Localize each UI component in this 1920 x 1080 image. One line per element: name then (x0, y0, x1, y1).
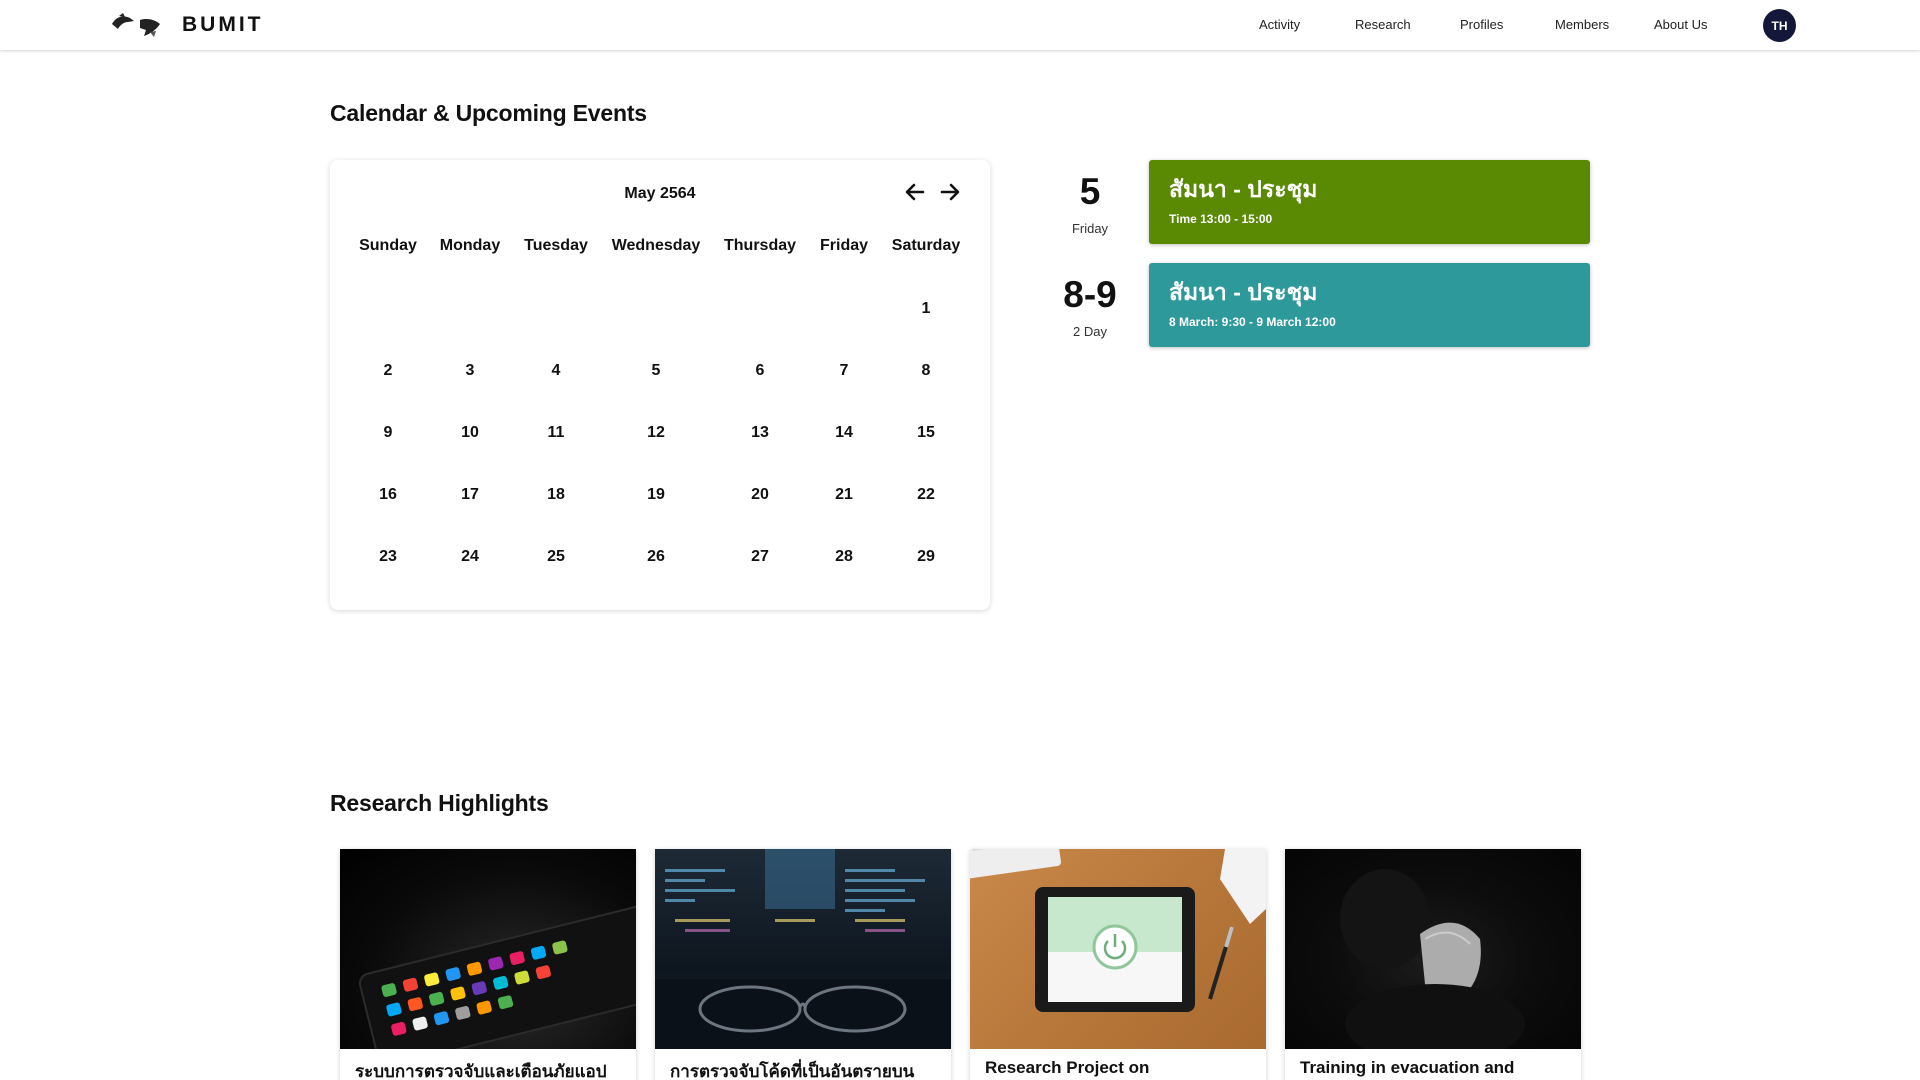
next-month-button[interactable] (938, 180, 962, 204)
research-card[interactable]: Research Project on (970, 849, 1266, 1080)
calendar-day[interactable]: 11 (548, 424, 565, 442)
arrow-right-icon (940, 183, 960, 201)
event-card[interactable]: สัมนา - ประชุม 8 March: 9:30 - 9 March 1… (1149, 263, 1590, 347)
logo[interactable]: BUMIT (110, 12, 264, 38)
research-card[interactable]: Training in evacuation and (1285, 849, 1581, 1080)
research-section-title: Research Highlights (330, 790, 549, 816)
nav-activity[interactable]: Activity (1259, 17, 1300, 32)
calendar-day[interactable]: 6 (756, 362, 765, 380)
calendar-month-label: May 2564 (624, 185, 696, 202)
calendar-day[interactable]: 13 (751, 424, 769, 442)
weekday-monday: Monday (439, 237, 501, 254)
event-time: 8 March: 9:30 - 9 March 12:00 (1169, 315, 1336, 329)
calendar-day[interactable]: 26 (647, 548, 665, 566)
calendar-day[interactable]: 12 (647, 424, 665, 442)
tablet-power-image (970, 849, 1266, 1049)
calendar-day[interactable]: 17 (461, 486, 479, 504)
research-card-title: การตรวจจับโค้ดที่เป็นอันตรายบน (670, 1062, 915, 1080)
arrow-left-icon (905, 183, 925, 201)
calendar-card: May 2564 Sunday Monday Tuesday Wednesday… (330, 160, 990, 610)
calendar-day[interactable]: 27 (751, 548, 769, 566)
research-card[interactable]: ระบบการตรวจจับและเตือนภัยแอป (340, 849, 636, 1080)
calendar-day[interactable]: 2 (384, 362, 393, 380)
calendar-day[interactable]: 29 (917, 548, 935, 566)
event-date-number: 5 (1079, 171, 1101, 212)
weekday-friday: Friday (819, 237, 869, 254)
language-avatar-button[interactable]: TH (1763, 9, 1796, 42)
prev-month-button[interactable] (903, 180, 927, 204)
calendar-day[interactable]: 9 (384, 424, 393, 442)
calendar-day[interactable]: 5 (652, 362, 661, 380)
calendar-day[interactable]: 28 (835, 548, 853, 566)
code-screen-image (655, 849, 951, 1049)
weekday-wednesday: Wednesday (611, 237, 701, 254)
weekday-tuesday: Tuesday (524, 237, 588, 254)
dark-person-image (1285, 849, 1581, 1049)
event-date-block: 8-9 2 Day (1048, 274, 1132, 340)
research-card-title: ระบบการตรวจจับและเตือนภัยแอป (355, 1062, 607, 1080)
logo-mark-icon (112, 13, 160, 37)
top-navbar: BUMIT Activity Research Profiles Members… (0, 0, 1920, 50)
nav-members[interactable]: Members (1555, 17, 1609, 32)
weekday-sunday: Sunday (359, 237, 417, 254)
calendar-day[interactable]: 8 (922, 362, 931, 380)
calendar-day[interactable]: 7 (840, 362, 849, 380)
event-title: สัมนา - ประชุม (1169, 176, 1318, 202)
calendar-day[interactable]: 20 (751, 486, 769, 504)
research-card[interactable]: การตรวจจับโค้ดที่เป็นอันตรายบน (655, 849, 951, 1080)
calendar-day[interactable]: 16 (379, 486, 397, 504)
calendar-day[interactable]: 22 (917, 486, 935, 504)
calendar-section-title: Calendar & Upcoming Events (330, 100, 647, 126)
nav-research[interactable]: Research (1355, 17, 1411, 32)
calendar-day[interactable]: 19 (647, 486, 665, 504)
event-date-sub: Friday (1071, 221, 1109, 236)
calendar-day[interactable]: 4 (552, 362, 561, 380)
calendar-day[interactable]: 18 (547, 486, 565, 504)
event-date-block: 5 Friday (1048, 171, 1132, 237)
weekday-saturday: Saturday (891, 237, 961, 254)
research-card-title: Research Project on (985, 1058, 1150, 1077)
calendar-day[interactable]: 21 (835, 486, 853, 504)
event-card[interactable]: สัมนา - ประชุม Time 13:00 - 15:00 (1149, 160, 1590, 244)
calendar-day[interactable]: 10 (461, 424, 479, 442)
calendar-day[interactable]: 3 (466, 362, 475, 380)
research-card-title: Training in evacuation and (1300, 1058, 1515, 1077)
weekday-thursday: Thursday (723, 237, 797, 254)
event-date-number: 8-9 (1063, 274, 1117, 315)
calendar-day[interactable]: 15 (917, 424, 935, 442)
calendar-day[interactable]: 23 (379, 548, 397, 566)
event-date-sub: 2 Day (1073, 324, 1107, 339)
calendar-day[interactable]: 14 (835, 424, 853, 442)
event-time: Time 13:00 - 15:00 (1169, 212, 1273, 226)
calendar-day[interactable]: 24 (461, 548, 479, 566)
smartphone-apps-image (340, 849, 636, 1049)
logo-text: BUMIT (182, 13, 264, 36)
calendar-day[interactable]: 1 (922, 300, 931, 318)
nav-about-us[interactable]: About Us (1654, 17, 1707, 32)
nav-profiles[interactable]: Profiles (1460, 17, 1503, 32)
event-title: สัมนา - ประชุม (1169, 279, 1318, 305)
calendar-day[interactable]: 25 (547, 548, 565, 566)
